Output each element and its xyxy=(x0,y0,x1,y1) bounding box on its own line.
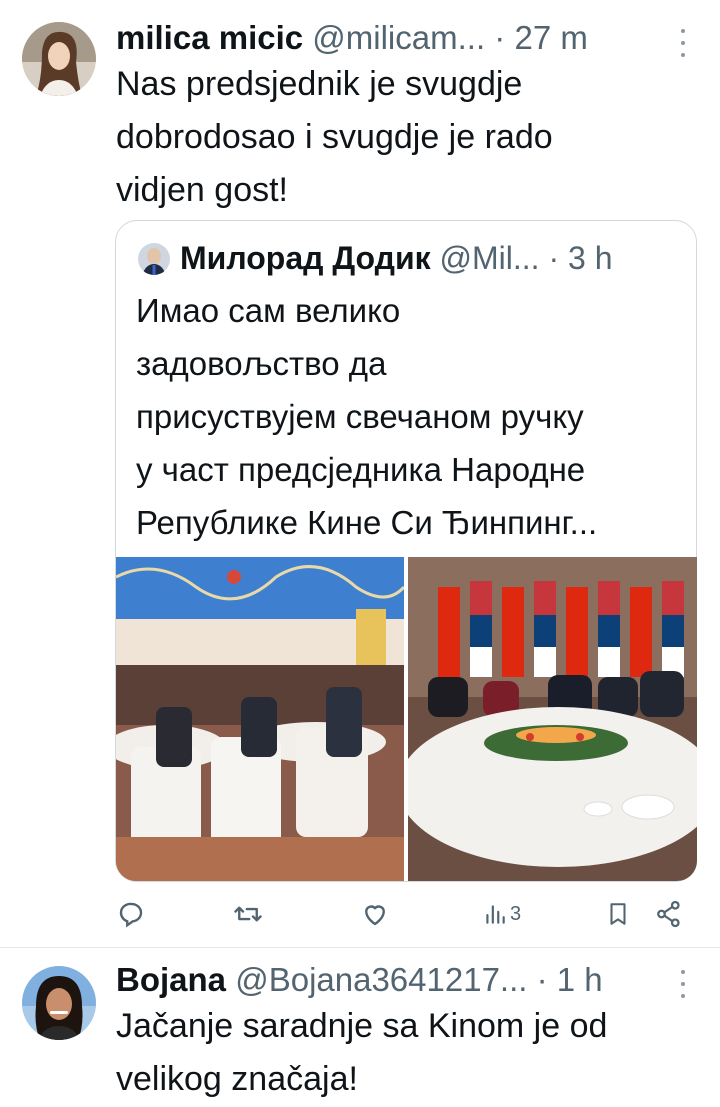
separator: · xyxy=(548,240,560,276)
timestamp[interactable]: 1 h xyxy=(557,961,603,998)
display-name[interactable]: milica micic xyxy=(116,19,303,56)
reply-icon xyxy=(119,902,143,928)
more-options-icon[interactable] xyxy=(679,970,687,998)
bookmark-button[interactable] xyxy=(605,892,631,936)
separator: · xyxy=(494,19,506,56)
views-button[interactable]: 3 xyxy=(482,892,521,936)
quoted-avatar[interactable] xyxy=(138,243,170,275)
views-count: 3 xyxy=(510,902,522,925)
more-options-icon[interactable] xyxy=(679,29,687,57)
tweet-text: Nas predsjednik je svugdje dobrodosao i … xyxy=(116,65,553,209)
photo-banquet-hall[interactable] xyxy=(116,557,404,881)
like-button[interactable] xyxy=(360,892,390,936)
views-icon xyxy=(486,905,505,924)
avatar[interactable] xyxy=(22,966,96,1040)
photo-state-banquet[interactable] xyxy=(408,557,697,881)
quoted-timestamp[interactable]: 3 h xyxy=(568,240,612,276)
heart-icon xyxy=(365,905,385,926)
reply-button[interactable] xyxy=(116,892,146,936)
quoted-header: Милорад Додик @Mil... · 3 h xyxy=(180,238,612,278)
tweet-header: milica micic @milicam... · 27 m xyxy=(116,18,588,58)
share-icon xyxy=(657,900,680,928)
handle[interactable]: @milicam... xyxy=(312,19,485,56)
handle[interactable]: @Bojana3641217... xyxy=(235,961,527,998)
retweet-button[interactable] xyxy=(232,892,264,936)
tweet-bojana[interactable]: Bojana @Bojana3641217... · 1 h Jačanje s… xyxy=(0,948,720,1107)
timestamp[interactable]: 27 m xyxy=(514,19,587,56)
bookmark-icon xyxy=(610,903,626,925)
tweet-text: Jačanje saradnje sa Kinom je od velikog … xyxy=(116,1007,608,1098)
quoted-handle[interactable]: @Mil... xyxy=(440,240,540,276)
tweet-actions: 3 xyxy=(0,892,720,936)
quoted-text: Имао сам велико задовољство да присуству… xyxy=(136,292,598,541)
tweet-milica[interactable]: milica micic @milicam... · 27 m Nas pred… xyxy=(0,0,720,947)
display-name[interactable]: Bojana xyxy=(116,961,226,998)
retweet-icon xyxy=(234,906,262,922)
tweet-header: Bojana @Bojana3641217... · 1 h xyxy=(116,960,603,1000)
share-button[interactable] xyxy=(654,892,684,936)
separator: · xyxy=(536,961,548,998)
quoted-display-name[interactable]: Милорад Додик xyxy=(180,240,431,276)
avatar[interactable] xyxy=(22,22,96,96)
